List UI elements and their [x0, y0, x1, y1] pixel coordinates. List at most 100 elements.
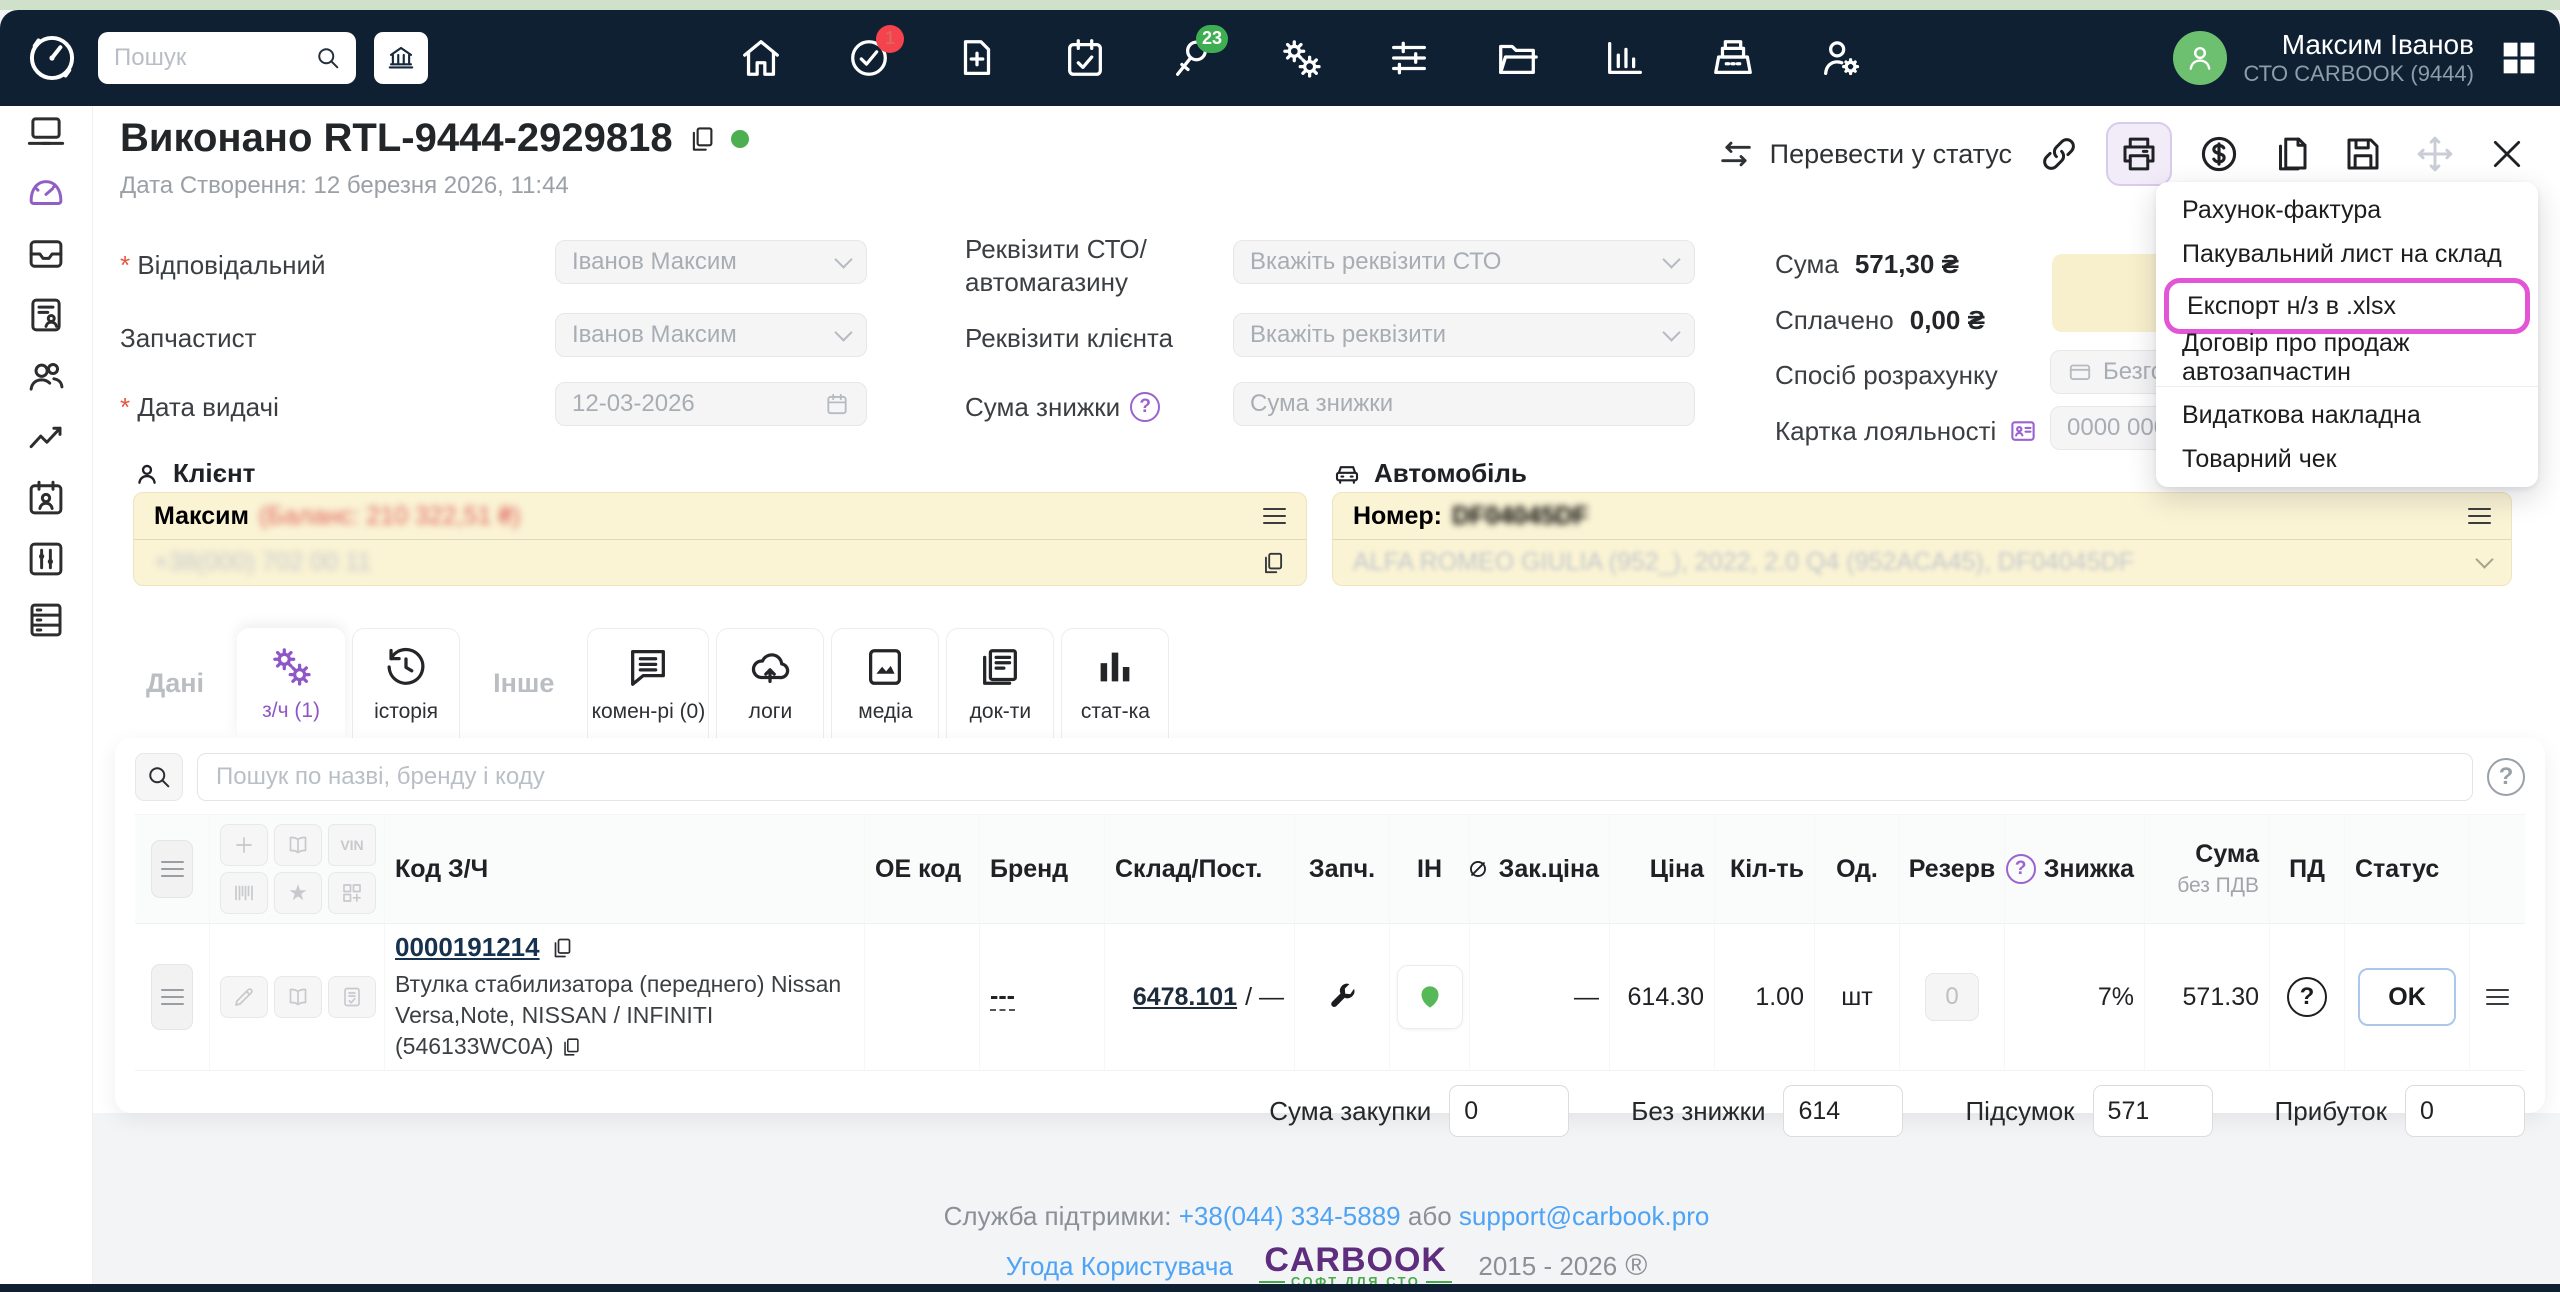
global-search-input[interactable]: [112, 43, 314, 73]
client-requisites-select[interactable]: Вкажіть реквізити: [1233, 313, 1695, 357]
user-agreement-link[interactable]: Угода Користувача: [1006, 1251, 1233, 1282]
copy-code-icon[interactable]: [550, 936, 574, 960]
col-reserve[interactable]: Резерв: [1899, 814, 2004, 924]
nav-settings-icon[interactable]: [1385, 35, 1432, 82]
tab-comments[interactable]: комен-рі (0): [587, 628, 709, 738]
responsible-select[interactable]: Іванов Максим: [555, 240, 867, 284]
add-part-icon[interactable]: [220, 824, 268, 866]
favorites-icon[interactable]: ★: [274, 872, 322, 914]
availability-button[interactable]: [1397, 965, 1463, 1029]
col-code[interactable]: Код З/Ч: [384, 814, 864, 924]
parts-help-icon[interactable]: [2487, 758, 2525, 796]
copy-order-number-icon[interactable]: [687, 124, 717, 154]
col-qty[interactable]: Кіл-ть: [1714, 814, 1814, 924]
duplicate-button[interactable]: [2266, 129, 2316, 179]
col-pd[interactable]: ПД: [2269, 814, 2344, 924]
sto-requisites-select[interactable]: Вкажіть реквізити СТО: [1233, 240, 1695, 284]
profit-input[interactable]: [2405, 1085, 2525, 1137]
status-ok-button[interactable]: OK: [2358, 968, 2456, 1026]
cashbox-button[interactable]: [374, 32, 428, 84]
menu-item-packing-list[interactable]: Пакувальний лист на склад: [2156, 232, 2538, 276]
nav-parts-search-icon[interactable]: 23: [1169, 35, 1216, 82]
copy-phone-icon[interactable]: [1260, 550, 1286, 576]
table-menu-icon[interactable]: [151, 840, 193, 898]
col-oe[interactable]: ОЕ код: [864, 814, 979, 924]
brand-link[interactable]: ---: [990, 984, 1015, 1011]
tab-statistics[interactable]: стат-ка: [1061, 628, 1169, 738]
sidebar-clients-icon[interactable]: [24, 354, 68, 398]
menu-item-invoice[interactable]: Рахунок-фактура: [2156, 188, 2538, 232]
tab-media[interactable]: медіа: [831, 628, 939, 738]
nav-cash-register-icon[interactable]: [1709, 35, 1756, 82]
nav-user-settings-icon[interactable]: [1817, 35, 1864, 82]
menu-item-export-xlsx[interactable]: Експорт н/з в .xlsx: [2169, 283, 2525, 329]
row-drag-icon[interactable]: [151, 964, 193, 1030]
col-in[interactable]: ІН: [1389, 814, 1469, 924]
part-catalog-icon[interactable]: [274, 976, 322, 1018]
tab-history[interactable]: історія: [352, 628, 460, 738]
chevron-down-icon[interactable]: [2475, 550, 2493, 568]
nav-services-icon[interactable]: [1277, 35, 1324, 82]
save-button[interactable]: [2338, 129, 2388, 179]
sidebar-workplace-icon[interactable]: [24, 110, 68, 154]
reserve-button[interactable]: 0: [1925, 973, 1979, 1021]
part-document-icon[interactable]: [328, 976, 376, 1018]
no-discount-input[interactable]: [1783, 1085, 1903, 1137]
discount-sum-input[interactable]: Сума знижки: [1233, 382, 1695, 426]
car-model-row[interactable]: ALFA ROMEO GIULIA (952_), 2022, 2.0 Q4 (…: [1333, 539, 2511, 585]
car-menu-icon[interactable]: [2468, 508, 2491, 525]
discount-help-icon[interactable]: [2006, 854, 2036, 884]
stock-link[interactable]: 6478.101: [1133, 983, 1237, 1012]
issue-date-input[interactable]: 12-03-2026: [555, 382, 867, 426]
user-menu[interactable]: Максим Іванов СТО CARBOOK (9444): [2173, 10, 2542, 106]
apps-grid-icon[interactable]: [2496, 35, 2542, 81]
parts-search-button[interactable]: [135, 753, 183, 801]
menu-item-expense-invoice[interactable]: Видаткова накладна: [2156, 393, 2538, 437]
catalog-icon[interactable]: [274, 824, 322, 866]
row-menu-icon[interactable]: [2486, 989, 2509, 1006]
payment-button[interactable]: [2194, 129, 2244, 179]
loyalty-id-card-icon[interactable]: [2008, 416, 2038, 446]
purchase-total-input[interactable]: [1449, 1085, 1569, 1137]
transfer-status-button[interactable]: Перевести у статус: [1716, 134, 2012, 174]
col-part[interactable]: Запч.: [1294, 814, 1389, 924]
print-button[interactable]: [2106, 122, 2172, 186]
tab-documents[interactable]: док-ти: [946, 628, 1054, 738]
copy-link-icon[interactable]: [2034, 129, 2084, 179]
menu-item-sale-contract[interactable]: Договір про продаж автозапчастин: [2156, 336, 2538, 380]
client-menu-icon[interactable]: [1263, 508, 1286, 525]
col-status[interactable]: Статус: [2344, 814, 2469, 924]
tab-parts[interactable]: з/ч (1): [237, 628, 345, 738]
sidebar-warehouse-icon[interactable]: [24, 598, 68, 642]
col-price[interactable]: Ціна: [1609, 814, 1714, 924]
parts-manager-select[interactable]: Іванов Максим: [555, 313, 867, 357]
client-name-row[interactable]: Максим (Баланс: 210 322,51 ₴): [134, 493, 1306, 539]
col-stock[interactable]: Склад/Пост.: [1104, 814, 1294, 924]
wrench-icon[interactable]: [1325, 980, 1359, 1014]
menu-item-sales-receipt[interactable]: Товарний чек: [2156, 437, 2538, 481]
col-unit[interactable]: Од.: [1814, 814, 1899, 924]
support-phone-link[interactable]: +38(044) 334-5889: [1179, 1201, 1401, 1231]
subtotal-input[interactable]: [2093, 1085, 2213, 1137]
client-phone-row[interactable]: +38(000) 702 00 11: [134, 539, 1306, 585]
nav-planner-icon[interactable]: [1061, 35, 1108, 82]
sidebar-acts-icon[interactable]: [24, 293, 68, 337]
parts-search-input[interactable]: [197, 753, 2473, 801]
pd-help-icon[interactable]: [2287, 977, 2327, 1017]
tab-data[interactable]: Дані: [120, 628, 230, 738]
support-email-link[interactable]: support@carbook.pro: [1459, 1201, 1709, 1231]
search-icon[interactable]: [314, 44, 342, 72]
nav-home-icon[interactable]: [737, 35, 784, 82]
help-icon[interactable]: [1130, 392, 1160, 422]
tab-logs[interactable]: логи: [716, 628, 824, 738]
nav-reports-icon[interactable]: [1601, 35, 1648, 82]
barcode-icon[interactable]: [220, 872, 268, 914]
car-number-row[interactable]: Номер: DF04045DF: [1333, 493, 2511, 539]
nav-files-icon[interactable]: [1493, 35, 1540, 82]
nav-new-document-icon[interactable]: [953, 35, 1000, 82]
vin-icon[interactable]: VIN: [328, 824, 376, 866]
sidebar-schedule-icon[interactable]: [24, 476, 68, 520]
close-button[interactable]: [2482, 129, 2532, 179]
sidebar-analytics-icon[interactable]: [24, 415, 68, 459]
col-discount[interactable]: Знижка: [2004, 814, 2144, 924]
